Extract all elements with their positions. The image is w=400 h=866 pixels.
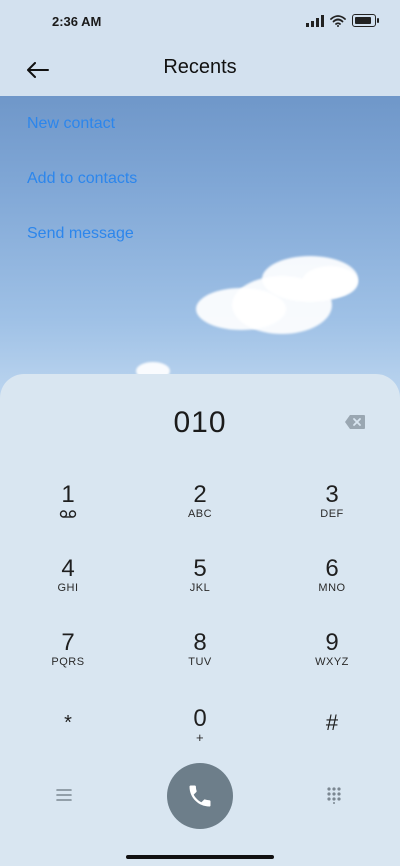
key-digit: 7 — [61, 629, 75, 656]
key-digit: 0 — [193, 705, 207, 732]
dialed-number: 010 — [173, 406, 227, 439]
key-letters: DEF — [320, 508, 344, 520]
key-1[interactable]: 1 — [8, 482, 128, 538]
key-0[interactable]: 0 + — [140, 706, 260, 762]
key-digit: * — [64, 712, 72, 734]
key-digit: 6 — [325, 555, 339, 582]
key-digit: 1 — [61, 481, 75, 508]
call-button[interactable] — [167, 763, 233, 829]
menu-icon — [56, 789, 72, 801]
key-7[interactable]: 7 PQRS — [8, 630, 128, 686]
key-9[interactable]: 9 WXYZ — [272, 630, 392, 686]
menu-button[interactable] — [56, 788, 76, 804]
key-2[interactable]: 2 ABC — [140, 482, 260, 538]
action-list: New contact Add to contacts Send message — [27, 114, 137, 279]
status-time: 2:36 AM — [52, 14, 102, 29]
wifi-icon — [330, 14, 346, 27]
key-6[interactable]: 6 MNO — [272, 556, 392, 612]
key-letters: GHI — [57, 582, 79, 594]
key-digit: 9 — [325, 629, 339, 656]
key-letters: JKL — [189, 582, 211, 594]
home-indicator[interactable] — [126, 855, 274, 859]
key-letters: TUV — [188, 656, 212, 668]
backspace-button[interactable] — [344, 414, 366, 430]
send-message-link[interactable]: Send message — [27, 224, 137, 279]
key-letters: WXYZ — [315, 656, 349, 668]
key-digit: # — [325, 710, 339, 735]
key-letters: ABC — [187, 508, 213, 520]
status-icons — [306, 14, 379, 27]
dialer-panel: 010 1 2 ABC 3 DEF 4 GHI 5 JKL 6 MNO 7 PQ… — [0, 374, 400, 866]
signal-icon — [306, 14, 324, 27]
voicemail-icon — [59, 510, 77, 518]
add-to-contacts-link[interactable]: Add to contacts — [27, 169, 137, 224]
key-letters: + — [195, 730, 205, 745]
key-8[interactable]: 8 TUV — [140, 630, 260, 686]
key-4[interactable]: 4 GHI — [8, 556, 128, 612]
app-bar: Recents — [0, 44, 400, 96]
backspace-icon — [345, 415, 365, 429]
new-contact-link[interactable]: New contact — [27, 114, 137, 169]
key-digit: 3 — [325, 481, 339, 508]
key-star[interactable]: * — [8, 710, 128, 766]
key-5[interactable]: 5 JKL — [140, 556, 260, 612]
key-digit: 8 — [193, 629, 207, 656]
status-bar: 2:36 AM — [0, 0, 400, 44]
cloud — [302, 266, 358, 298]
key-digit: 5 — [193, 555, 207, 582]
key-3[interactable]: 3 DEF — [272, 482, 392, 538]
key-letters: MNO — [318, 582, 346, 594]
phone-icon — [189, 785, 211, 807]
battery-icon — [352, 14, 379, 27]
dialpad-toggle-button[interactable] — [326, 786, 342, 804]
key-digit: 2 — [193, 481, 207, 508]
key-hash[interactable]: # — [272, 710, 392, 766]
page-title: Recents — [163, 56, 237, 78]
dialpad-icon — [327, 787, 341, 804]
key-digit: 4 — [61, 555, 75, 582]
key-letters: PQRS — [51, 656, 85, 668]
